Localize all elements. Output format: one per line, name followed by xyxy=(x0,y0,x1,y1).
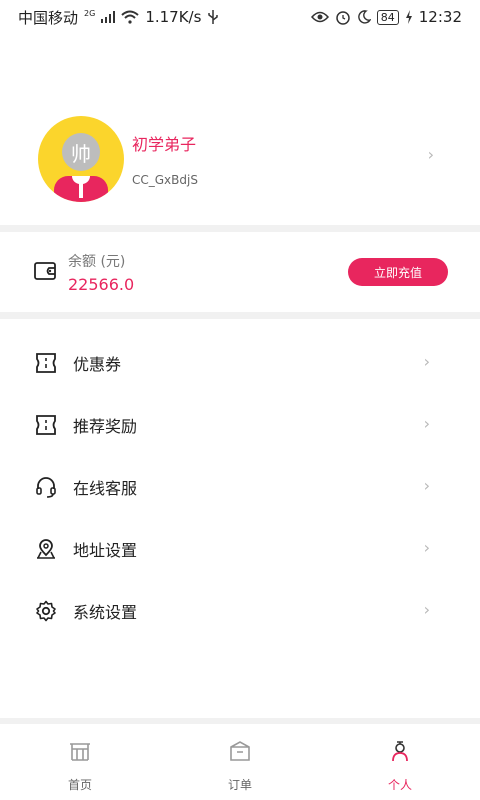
person-icon xyxy=(388,740,412,766)
username: CC_GxBdjS xyxy=(132,173,198,187)
ticket-icon xyxy=(34,413,58,437)
signal-icon xyxy=(101,11,116,23)
chevron-right-icon: › xyxy=(423,414,430,433)
menu-item-label: 推荐奖励 xyxy=(73,417,138,436)
divider xyxy=(0,312,480,319)
bottom-tab-bar: 首页 订单 个人 xyxy=(0,718,480,800)
speed-label: 1.17K/s xyxy=(145,8,202,26)
moon-icon xyxy=(357,10,371,24)
nickname: 初学弟子 xyxy=(132,135,197,154)
coupon-icon xyxy=(34,351,58,375)
status-bar: 中国移动 2G 1.17K/s 84 12:32 xyxy=(0,0,480,34)
chevron-right-icon: › xyxy=(423,538,430,557)
menu-item-label: 优惠券 xyxy=(73,355,122,374)
wallet-icon xyxy=(34,261,56,285)
menu-item-label: 在线客服 xyxy=(73,479,138,498)
recharge-button[interactable]: 立即充值 xyxy=(348,258,448,286)
gear-icon xyxy=(34,599,58,623)
menu-item-referral-rewards[interactable]: 推荐奖励 › xyxy=(0,394,480,456)
status-right: 84 12:32 xyxy=(310,8,462,26)
tab-profile[interactable]: 个人 xyxy=(320,724,480,800)
balance-value: 22566.0 xyxy=(68,275,135,294)
avatar-tie xyxy=(79,182,83,198)
order-icon xyxy=(228,740,252,766)
menu-list: 优惠券 › 推荐奖励 › 在线客服 › 地址设置 › 系统设置 › xyxy=(0,332,480,642)
profile-text: 初学弟子 CC_GxBdjS xyxy=(132,131,198,187)
menu-item-system-settings[interactable]: 系统设置 › xyxy=(0,580,480,642)
menu-item-coupons[interactable]: 优惠券 › xyxy=(0,332,480,394)
network-label: 2G xyxy=(84,8,96,18)
screen: 中国移动 2G 1.17K/s 84 12:32 帅 初学弟子 CC_GxBdj… xyxy=(0,0,480,800)
time-label: 12:32 xyxy=(418,8,462,26)
profile-chevron-right-icon: › xyxy=(427,145,434,164)
tab-orders[interactable]: 订单 xyxy=(160,724,320,800)
tab-label: 个人 xyxy=(387,778,412,792)
battery-level: 84 xyxy=(376,9,399,25)
profile-card[interactable]: 帅 初学弟子 CC_GxBdjS › xyxy=(0,95,480,223)
alarm-icon xyxy=(335,9,351,25)
carrier-label: 中国移动 xyxy=(18,8,79,27)
charging-icon xyxy=(405,10,413,24)
status-left: 中国移动 2G 1.17K/s xyxy=(18,7,219,28)
tab-label: 首页 xyxy=(67,778,92,792)
chevron-right-icon: › xyxy=(423,476,430,495)
avatar[interactable]: 帅 xyxy=(38,116,124,202)
menu-item-address-settings[interactable]: 地址设置 › xyxy=(0,518,480,580)
home-icon xyxy=(68,740,92,766)
chevron-right-icon: › xyxy=(423,600,430,619)
balance-card: 余额 (元) 22566.0 立即充值 xyxy=(0,232,480,312)
eye-icon xyxy=(310,11,329,23)
usb-icon xyxy=(207,9,219,25)
location-icon xyxy=(34,537,58,561)
tab-home[interactable]: 首页 xyxy=(0,724,160,800)
divider xyxy=(0,225,480,232)
balance-label: 余额 (元) xyxy=(68,254,126,270)
menu-item-label: 地址设置 xyxy=(73,541,138,560)
wifi-icon xyxy=(121,10,139,24)
tab-label: 订单 xyxy=(227,778,252,792)
menu-item-label: 系统设置 xyxy=(73,603,138,622)
headset-icon xyxy=(34,475,58,499)
avatar-face: 帅 xyxy=(62,133,100,171)
avatar-text: 帅 xyxy=(71,141,91,166)
chevron-right-icon: › xyxy=(423,352,430,371)
menu-item-online-service[interactable]: 在线客服 › xyxy=(0,456,480,518)
